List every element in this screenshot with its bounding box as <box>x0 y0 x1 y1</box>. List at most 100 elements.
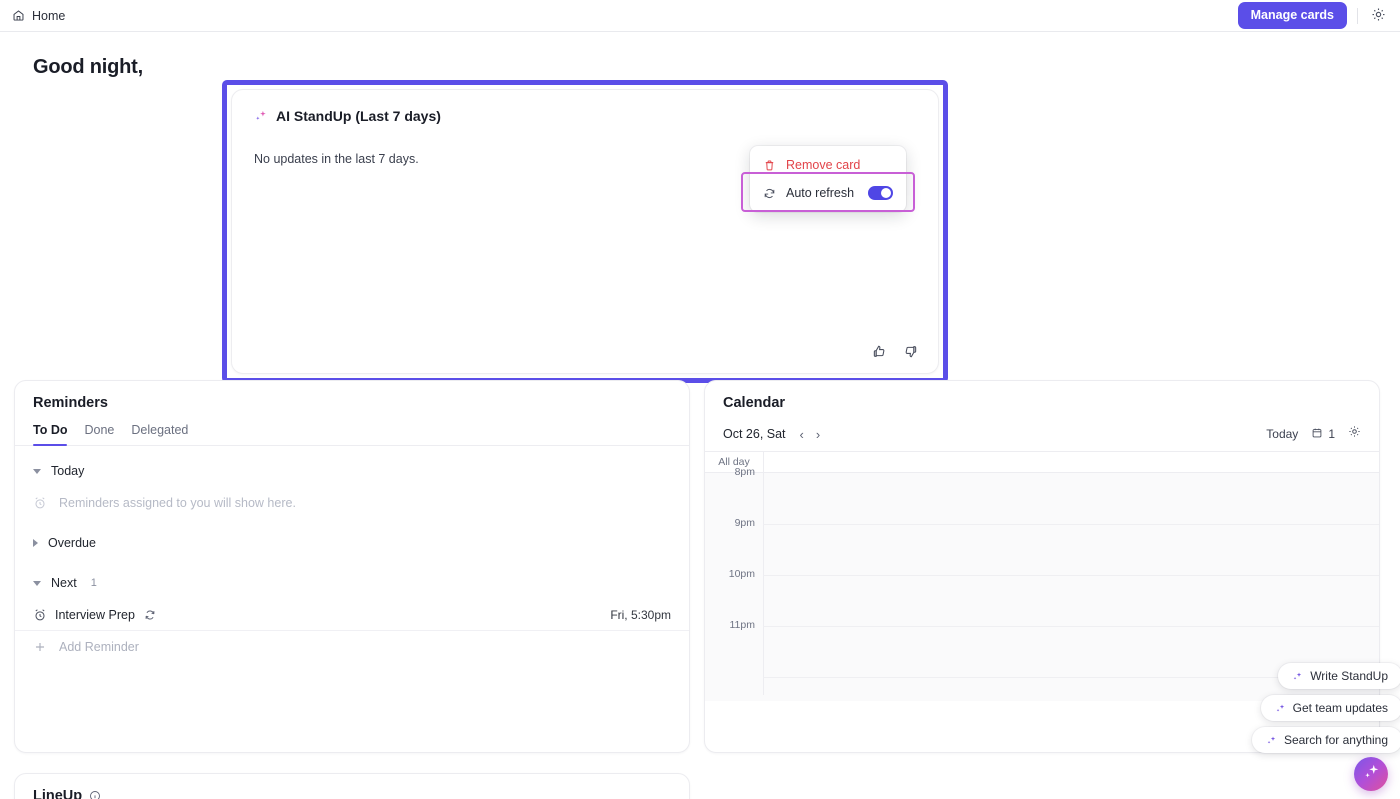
page-title: Good night, <box>33 56 143 78</box>
all-day-row[interactable]: All day <box>705 451 1379 473</box>
reminder-name-wrap: Interview Prep <box>33 608 610 622</box>
time-slot-8pm[interactable]: 8pm <box>705 466 1379 524</box>
time-slot-10pm[interactable]: 10pm <box>705 568 1379 626</box>
lineup-header: LineUp <box>15 774 689 799</box>
chip-write-standup-label: Write StandUp <box>1310 669 1388 683</box>
ai-standup-title: AI StandUp (Last 7 days) <box>276 108 441 124</box>
auto-refresh-toggle[interactable] <box>868 186 893 200</box>
calendar-header: Calendar <box>705 381 1379 411</box>
calendar-icon <box>1311 427 1323 442</box>
calendar-nav-group: Oct 26, Sat ‹ › <box>723 427 820 441</box>
lineup-title: LineUp <box>33 788 83 799</box>
today-button[interactable]: Today <box>1266 427 1298 441</box>
lineup-panel: LineUp <box>14 773 690 799</box>
card-context-menu: Remove card Auto refresh <box>750 146 906 212</box>
today-empty-state: Reminders assigned to you will show here… <box>15 488 689 518</box>
calendar-nav-buttons: ‹ › <box>800 428 821 441</box>
time-slot-9pm[interactable]: 9pm <box>705 517 1379 575</box>
group-overdue-label: Overdue <box>48 536 96 550</box>
top-bar: Home Manage cards <box>0 0 1400 32</box>
sparkle-icon <box>1362 762 1381 786</box>
chip-write-standup[interactable]: Write StandUp <box>1278 663 1400 689</box>
calendar-event-count-label: 1 <box>1328 427 1335 441</box>
time-label-9pm: 9pm <box>734 517 755 529</box>
calendar-toolbar: Oct 26, Sat ‹ › Today 1 <box>705 421 1379 447</box>
add-reminder-button[interactable]: Add Reminder <box>15 631 689 663</box>
alarm-icon <box>33 496 47 510</box>
reminders-list: Today Reminders assigned to you will sho… <box>15 446 689 663</box>
breadcrumb-label: Home <box>32 8 66 23</box>
thumbs-down-icon[interactable] <box>903 344 918 359</box>
ai-standup-card-highlight: AI StandUp (Last 7 days) No updates in t… <box>222 80 948 383</box>
time-label-10pm: 10pm <box>728 568 755 580</box>
thumbs-up-icon[interactable] <box>872 344 887 359</box>
assistant-suggestion-chips: Write StandUp Get team updates Search fo… <box>1251 663 1400 753</box>
ai-standup-card[interactable]: AI StandUp (Last 7 days) No updates in t… <box>231 89 939 374</box>
calendar-title: Calendar <box>723 395 786 411</box>
group-overdue[interactable]: Overdue <box>15 526 689 560</box>
all-day-cell[interactable] <box>763 452 1379 472</box>
chevron-down-icon <box>33 468 41 474</box>
alarm-icon <box>33 608 47 622</box>
group-today[interactable]: Today <box>15 454 689 488</box>
home-icon <box>12 9 25 22</box>
sparkle-icon <box>1292 671 1303 682</box>
reminders-tabs: To Do Done Delegated <box>15 423 689 446</box>
reminder-time: Fri, 5:30pm <box>610 608 671 622</box>
home-dashboard: Home Manage cards Good night, AI StandUp… <box>0 0 1400 799</box>
chevron-down-icon <box>33 580 41 586</box>
tab-delegated[interactable]: Delegated <box>131 423 188 445</box>
breadcrumb[interactable]: Home <box>12 9 65 23</box>
today-empty-text: Reminders assigned to you will show here… <box>59 496 296 510</box>
chevron-right-icon <box>33 539 38 547</box>
refresh-icon <box>763 187 776 200</box>
feedback-controls <box>872 344 918 359</box>
add-reminder-label: Add Reminder <box>59 640 139 654</box>
plus-icon <box>33 640 47 654</box>
menu-item-remove-card-label: Remove card <box>786 158 861 172</box>
chevron-right-icon[interactable]: › <box>816 428 820 441</box>
slot-cell[interactable] <box>763 575 1379 626</box>
group-next-count: 1 <box>90 577 97 589</box>
settings-button[interactable] <box>1368 6 1388 26</box>
top-bar-actions: Manage cards <box>1237 2 1388 29</box>
manage-cards-button[interactable]: Manage cards <box>1237 2 1347 29</box>
menu-item-auto-refresh-label: Auto refresh <box>786 186 855 200</box>
chevron-left-icon[interactable]: ‹ <box>800 428 804 441</box>
time-label-wrap: 11pm <box>705 619 763 677</box>
sparkle-icon <box>254 109 268 123</box>
menu-item-auto-refresh[interactable]: Auto refresh <box>750 179 906 207</box>
trash-icon <box>763 159 776 172</box>
assistant-fab-button[interactable] <box>1354 757 1388 791</box>
reminders-title: Reminders <box>33 395 108 411</box>
table-row[interactable]: Interview Prep Fri, 5:30pm <box>15 600 689 631</box>
ai-standup-header: AI StandUp (Last 7 days) <box>254 108 916 124</box>
sparkle-icon <box>1266 735 1277 746</box>
group-next[interactable]: Next 1 <box>15 566 689 600</box>
time-label-11pm: 11pm <box>729 619 756 631</box>
toolbar-divider <box>1357 7 1358 24</box>
calendar-settings-button[interactable] <box>1348 425 1361 443</box>
tab-to-do[interactable]: To Do <box>33 423 68 446</box>
calendar-current-date: Oct 26, Sat <box>723 427 786 441</box>
chip-get-team-updates-label: Get team updates <box>1292 701 1388 715</box>
chip-get-team-updates[interactable]: Get team updates <box>1260 695 1400 721</box>
group-next-label: Next <box>51 576 77 590</box>
reminders-panel: Reminders To Do Done Delegated Today Rem… <box>14 380 690 753</box>
tab-done[interactable]: Done <box>84 423 114 445</box>
info-circle-icon[interactable] <box>89 790 101 799</box>
calendar-actions: Today 1 <box>1266 425 1361 443</box>
reminder-title: Interview Prep <box>55 608 135 622</box>
group-today-label: Today <box>51 464 85 478</box>
chip-search-for-anything[interactable]: Search for anything <box>1251 727 1400 753</box>
gear-icon <box>1349 426 1360 437</box>
gear-icon <box>1371 7 1386 25</box>
slot-cell[interactable] <box>763 473 1379 524</box>
repeat-icon <box>143 608 157 622</box>
menu-item-remove-card[interactable]: Remove card <box>750 151 906 179</box>
sparkle-icon <box>1275 703 1286 714</box>
time-label-8pm: 8pm <box>734 466 755 478</box>
slot-cell[interactable] <box>763 524 1379 575</box>
calendar-event-count[interactable]: 1 <box>1311 427 1335 442</box>
reminders-header: Reminders <box>15 381 689 411</box>
